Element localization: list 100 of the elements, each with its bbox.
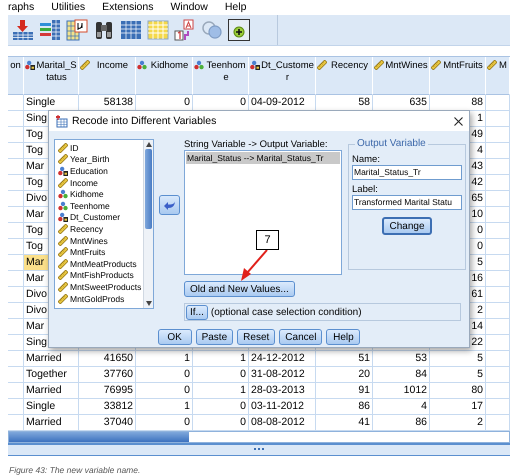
- dialog-button[interactable]: Paste: [196, 329, 234, 345]
- variable-list[interactable]: ID Year_Birth Education Income Kidhome Teenhome Dt_Customer Recency MntWines MntFruits MntMeatProducts MntFishProducts MntSweetProducts MntGoldProds: [54, 139, 154, 309]
- table-cell: [8, 207, 24, 223]
- table-cell: 5: [430, 367, 486, 383]
- add-icon[interactable]: [228, 19, 250, 41]
- table-cell: 03-11-2012: [249, 399, 316, 415]
- table-cell: 80: [430, 383, 486, 399]
- ruler-icon: [58, 154, 68, 164]
- arrow-icon: [164, 200, 174, 210]
- table-cell: [8, 271, 24, 287]
- table-cell: [8, 159, 24, 175]
- table-cell: [8, 223, 24, 239]
- table-cell: 33812: [79, 399, 136, 415]
- table-cell: [486, 255, 510, 271]
- name-field[interactable]: Marital_Status_Tr: [352, 165, 462, 180]
- table-cell: [8, 367, 24, 383]
- table-cell: [8, 319, 24, 335]
- menu-item[interactable]: Extensions: [102, 0, 154, 12]
- table-cell: [486, 143, 510, 159]
- column-header[interactable]: on: [8, 57, 24, 95]
- ruler-icon: [487, 60, 497, 70]
- menu-item[interactable]: Window: [170, 0, 208, 12]
- table-cell: 4: [373, 399, 430, 415]
- ruler-icon: [58, 178, 68, 188]
- variables-icon[interactable]: [39, 19, 61, 41]
- table-cell: [486, 383, 510, 399]
- column-header[interactable]: Recency: [316, 57, 373, 95]
- balls-icon: [25, 60, 35, 70]
- table-cell: Together: [24, 367, 79, 383]
- horizontal-scrollbar[interactable]: [8, 431, 510, 443]
- splitter-handle[interactable]: [8, 443, 510, 456]
- old-new-values-button[interactable]: Old and New Values...: [184, 281, 295, 297]
- ruler-icon: [431, 60, 441, 70]
- table-cell: 0: [193, 367, 249, 383]
- menu-item[interactable]: Help: [224, 0, 246, 12]
- balls-icon: [58, 212, 68, 222]
- group-title: Output Variable: [355, 138, 428, 149]
- table-cell: [8, 191, 24, 207]
- menu-item[interactable]: raphs: [8, 0, 34, 12]
- column-header[interactable]: Teenhome: [193, 57, 249, 95]
- field-label: Label:: [352, 184, 379, 195]
- ruler-icon: [58, 224, 68, 234]
- ruler-icon: [58, 247, 68, 258]
- dialog-button[interactable]: Cancel: [279, 329, 322, 345]
- column-header[interactable]: Kidhome: [136, 57, 193, 95]
- table-cell: 1: [193, 351, 249, 367]
- table-cell: 1: [136, 351, 193, 367]
- table-cell: [486, 207, 510, 223]
- grip-icon: [254, 448, 264, 452]
- binoculars-icon[interactable]: [93, 19, 115, 41]
- table-cell: [8, 383, 24, 399]
- column-header[interactable]: Dt_Customer: [249, 57, 316, 95]
- table-cell: [486, 351, 510, 367]
- table-icon[interactable]: [147, 19, 169, 41]
- column-header[interactable]: Marital_Status: [24, 57, 79, 95]
- variable-grid-icon[interactable]: [66, 19, 88, 41]
- table-cell: [8, 175, 24, 191]
- dialog-button[interactable]: Reset: [237, 329, 276, 345]
- close-icon[interactable]: [454, 116, 463, 126]
- list-item[interactable]: Marital_Status --> Marital_Status_Tr: [186, 152, 340, 164]
- table-cell: 1: [193, 383, 249, 399]
- change-button[interactable]: Change: [382, 217, 432, 235]
- if-button[interactable]: If...: [186, 304, 208, 320]
- column-header[interactable]: M: [486, 57, 510, 95]
- table-cell: [8, 287, 24, 303]
- table-cell: [8, 351, 24, 367]
- column-header[interactable]: Income: [79, 57, 136, 95]
- menu-item[interactable]: Utilities: [51, 0, 86, 12]
- grid-icon[interactable]: [120, 19, 142, 41]
- balls-icon: [58, 189, 68, 200]
- label-field[interactable]: Transformed Marital Statu: [352, 195, 462, 210]
- table-cell: [8, 335, 24, 351]
- table-cell: [486, 127, 510, 143]
- table-cell: [486, 287, 510, 303]
- scroll-down-icon[interactable]: [146, 301, 152, 306]
- scrollbar-thumb[interactable]: [145, 149, 152, 229]
- column-header[interactable]: MntFruits: [430, 57, 486, 95]
- table-cell: [8, 143, 24, 159]
- balls-icon: [58, 200, 68, 211]
- table-cell: 91: [316, 383, 373, 399]
- move-button[interactable]: [158, 195, 180, 215]
- column-header[interactable]: MntWines: [373, 57, 430, 95]
- list-label: String Variable -> Output Variable:: [184, 139, 329, 150]
- table-cell: [486, 319, 510, 335]
- table-cell: [8, 399, 24, 415]
- table-cell: [486, 303, 510, 319]
- table-cell: 17: [430, 399, 486, 415]
- import-data-icon[interactable]: [12, 19, 34, 41]
- table-cell: [486, 95, 510, 111]
- table-cell: 53: [373, 351, 430, 367]
- table-cell: 76995: [79, 383, 136, 399]
- scroll-up-icon[interactable]: [146, 142, 152, 147]
- value-labels-icon[interactable]: [174, 19, 196, 41]
- table-cell: 0: [136, 367, 193, 383]
- dialog-button[interactable]: OK: [158, 329, 192, 345]
- dialog-button[interactable]: Help: [326, 329, 360, 345]
- scrollbar-thumb[interactable]: [9, 432, 189, 442]
- figure-caption: Figure 43: The new variable name.: [9, 465, 140, 475]
- vertical-scrollbar[interactable]: [143, 140, 153, 308]
- table-cell: 0: [193, 399, 249, 415]
